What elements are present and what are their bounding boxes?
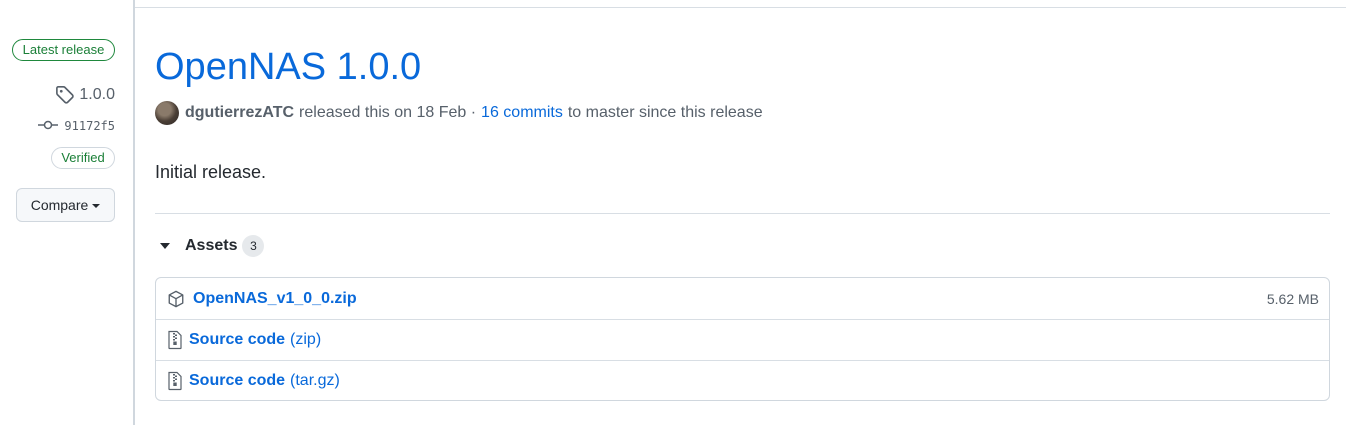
list-item: Source code (zip) xyxy=(156,319,1329,360)
assets-label: Assets xyxy=(185,237,238,254)
asset-size: 5.62 MB xyxy=(1266,290,1319,307)
timeline-divider xyxy=(133,0,135,425)
file-zip-icon xyxy=(167,330,183,350)
section-divider xyxy=(155,213,1330,214)
tag-icon xyxy=(55,85,75,105)
commit-sha: 91172f5 xyxy=(64,119,115,133)
triangle-down-icon xyxy=(160,243,170,249)
assets-list: OpenNAS_v1_0_0.zip 5.62 MB Source code (… xyxy=(155,277,1330,401)
commits-suffix: to master since this release xyxy=(567,104,763,121)
file-zip-icon xyxy=(167,371,183,391)
tag-name: 1.0.0 xyxy=(79,86,115,103)
assets-toggle[interactable]: Assets 3 xyxy=(155,234,265,258)
latest-release-badge: Latest release xyxy=(12,39,115,61)
asset-suffix: (zip) xyxy=(290,331,322,348)
asset-link[interactable]: Source code xyxy=(189,331,285,349)
release-sidebar: Latest release 1.0.0 91172f5 Verified Co… xyxy=(0,0,133,425)
compare-button[interactable]: Compare xyxy=(16,188,115,222)
release-body: Initial release. xyxy=(155,162,267,182)
author-link[interactable]: dgutierrezATC xyxy=(185,104,294,122)
caret-down-icon xyxy=(92,204,101,208)
commit-link[interactable]: 91172f5 xyxy=(38,116,115,136)
list-item: OpenNAS_v1_0_0.zip 5.62 MB xyxy=(156,278,1329,319)
compare-label: Compare xyxy=(30,197,89,213)
package-icon xyxy=(167,290,185,308)
assets-count: 3 xyxy=(242,235,265,257)
released-text: released this on 18 Feb · xyxy=(299,104,477,121)
release-main: OpenNAS 1.0.0 dgutierrezATC released thi… xyxy=(155,0,1330,425)
release-title[interactable]: OpenNAS 1.0.0 xyxy=(155,43,421,91)
tag-link[interactable]: 1.0.0 xyxy=(55,84,115,106)
git-commit-icon xyxy=(38,118,59,135)
commits-link[interactable]: 16 commits xyxy=(481,104,563,122)
release-meta: dgutierrezATC released this on 18 Feb · … xyxy=(155,101,763,125)
list-item: Source code (tar.gz) xyxy=(156,360,1329,401)
verified-badge[interactable]: Verified xyxy=(51,147,115,169)
avatar[interactable] xyxy=(155,101,179,125)
asset-link[interactable]: Source code xyxy=(189,372,285,390)
asset-suffix: (tar.gz) xyxy=(290,372,340,389)
asset-link[interactable]: OpenNAS_v1_0_0.zip xyxy=(193,290,357,308)
